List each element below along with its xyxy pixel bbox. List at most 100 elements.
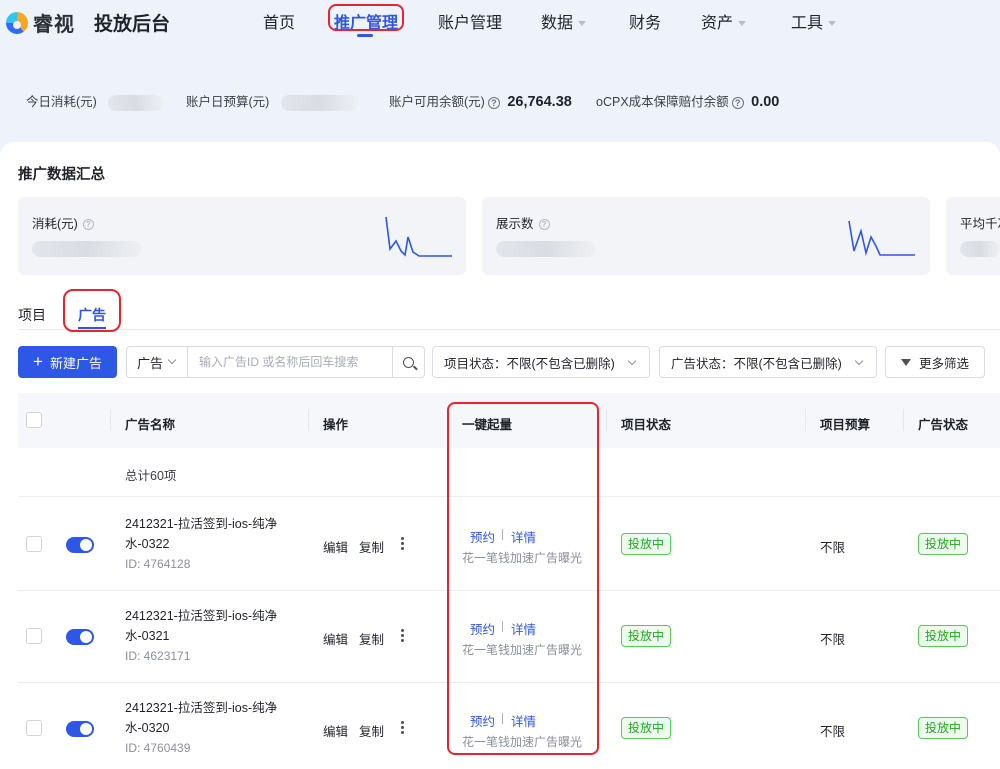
available-balance-value: 26,764.38	[507, 94, 572, 110]
logo-mark-icon	[6, 11, 28, 34]
detail-link[interactable]: 详情	[511, 711, 536, 730]
kpi-card-cost[interactable]: 消耗(元)?	[18, 197, 466, 275]
project-budget: 不限	[820, 541, 846, 555]
reserve-link[interactable]: 预约	[470, 527, 495, 546]
project-status-filter-value: 项目状态：不限(不包含已删除)	[444, 356, 615, 371]
kpi-card-avg-cpm[interactable]: 平均千次	[946, 197, 1000, 275]
kpi-label: 平均千次	[960, 213, 1000, 232]
available-balance-label: 账户可用余额(元)	[389, 95, 485, 109]
filter-icon	[900, 358, 911, 366]
nav-item-label: 资产	[701, 15, 734, 32]
new-ad-button[interactable]: + 新建广告	[18, 346, 117, 378]
ad-enable-toggle[interactable]	[66, 629, 94, 645]
reserve-link[interactable]: 预约	[470, 711, 495, 730]
kpi-card-impressions[interactable]: 展示数?	[482, 197, 930, 275]
ad-status-badge: 投放中	[918, 625, 969, 647]
nav-item-account[interactable]: 账户管理	[438, 9, 502, 33]
edit-button[interactable]: 编辑	[323, 721, 348, 740]
chevron-down-icon	[854, 356, 864, 366]
project-status-badge: 投放中	[621, 533, 672, 555]
search-icon	[403, 356, 414, 368]
nav-item-label: 财务	[629, 15, 662, 32]
help-icon[interactable]: ?	[731, 96, 744, 109]
ad-name-link[interactable]: 2412321-拉活签到-ios-纯净水-0320	[125, 698, 295, 738]
column-header-project-budget[interactable]: 项目预算	[820, 414, 870, 433]
chevron-down-icon	[738, 21, 747, 27]
project-status-badge: 投放中	[621, 625, 672, 647]
blurred-value	[108, 94, 165, 111]
column-divider	[110, 409, 111, 431]
nav-item-label: 账户管理	[438, 15, 503, 32]
search-scope-value: 广告	[137, 355, 164, 371]
nav-item-data[interactable]: 数据	[541, 9, 587, 33]
more-actions-icon[interactable]	[401, 629, 404, 644]
tab-projects[interactable]: 项目	[18, 305, 46, 325]
ad-name-link[interactable]: 2412321-拉活签到-ios-纯净水-0321	[125, 606, 295, 646]
nav-item-label: 工具	[791, 15, 824, 32]
search-input[interactable]	[187, 346, 393, 378]
nav-item-assets[interactable]: 资产	[701, 9, 747, 33]
new-ad-label: 新建广告	[49, 355, 102, 371]
more-actions-icon[interactable]	[401, 721, 404, 736]
project-budget: 不限	[820, 633, 846, 647]
ad-status-filter[interactable]: 广告状态：不限(不包含已删除)	[659, 346, 877, 378]
row-checkbox[interactable]	[26, 720, 42, 736]
search-button[interactable]	[393, 346, 425, 378]
detail-link[interactable]: 详情	[511, 619, 536, 638]
help-icon[interactable]: ?	[538, 219, 550, 231]
search-group: 广告	[126, 346, 425, 378]
total-count: 总计60项	[125, 469, 177, 483]
kpi-label: 展示数?	[496, 213, 550, 232]
select-all-checkbox[interactable]	[26, 412, 42, 428]
sparkline-impressions	[848, 220, 915, 257]
nav-item-finance[interactable]: 财务	[629, 9, 661, 33]
search-scope-select[interactable]: 广告	[126, 346, 187, 378]
reserve-link[interactable]: 预约	[470, 619, 495, 638]
nav-item-label: 首页	[263, 15, 296, 32]
blurred-value	[280, 94, 359, 111]
tab-ads[interactable]: 广告	[78, 305, 106, 325]
brand-logo[interactable]: 睿视	[6, 8, 75, 37]
nav-item-home[interactable]: 首页	[263, 9, 295, 33]
column-header-ad-name[interactable]: 广告名称	[125, 414, 175, 433]
daily-budget-label: 账户日预算(元)	[186, 95, 270, 109]
ocpx-balance-label: oCPX成本保障赔付余额	[596, 95, 729, 109]
kpi-label-text: 展示数	[496, 217, 534, 231]
chevron-down-icon	[828, 21, 837, 27]
nav-item-promotion[interactable]: 推广管理	[334, 9, 398, 33]
link-divider	[502, 529, 503, 540]
column-header-ad-status[interactable]: 广告状态	[918, 414, 968, 433]
nav-item-tools[interactable]: 工具	[791, 9, 837, 33]
kpi-label: 消耗(元)?	[32, 213, 94, 232]
help-icon[interactable]: ?	[82, 219, 94, 231]
boost-description: 花一笔钱加速广告曝光	[462, 551, 583, 565]
top-navigation-bar: 睿视 投放后台 首页 推广管理 账户管理 数据 财务 资产 工具	[0, 0, 1000, 44]
ad-status-filter-value: 广告状态：不限(不包含已删除)	[671, 356, 842, 371]
daily-budget: 账户日预算(元)	[186, 91, 359, 111]
detail-link[interactable]: 详情	[511, 527, 536, 546]
project-status-filter[interactable]: 项目状态：不限(不包含已删除)	[432, 346, 650, 378]
ocpx-balance-value: 0.00	[751, 94, 780, 110]
copy-button[interactable]: 复制	[359, 537, 384, 556]
row-divider	[18, 682, 1000, 683]
ad-name-link[interactable]: 2412321-拉活签到-ios-纯净水-0322	[125, 514, 295, 554]
column-divider	[447, 409, 448, 431]
ad-enable-toggle[interactable]	[66, 537, 94, 553]
row-divider	[18, 590, 1000, 591]
column-header-project-status[interactable]: 项目状态	[621, 414, 671, 433]
help-icon[interactable]: ?	[487, 96, 500, 109]
copy-button[interactable]: 复制	[359, 629, 384, 648]
ad-id: ID: 4623171	[125, 649, 191, 663]
more-actions-icon[interactable]	[401, 537, 404, 552]
column-divider	[606, 409, 607, 431]
blurred-value	[960, 241, 1000, 257]
more-filters-button[interactable]: 更多筛选	[885, 346, 985, 378]
ad-enable-toggle[interactable]	[66, 721, 94, 737]
nav-item-label: 数据	[541, 15, 574, 32]
column-divider	[903, 409, 904, 431]
edit-button[interactable]: 编辑	[323, 629, 348, 648]
row-checkbox[interactable]	[26, 536, 42, 552]
edit-button[interactable]: 编辑	[323, 537, 348, 556]
row-checkbox[interactable]	[26, 628, 42, 644]
copy-button[interactable]: 复制	[359, 721, 384, 740]
